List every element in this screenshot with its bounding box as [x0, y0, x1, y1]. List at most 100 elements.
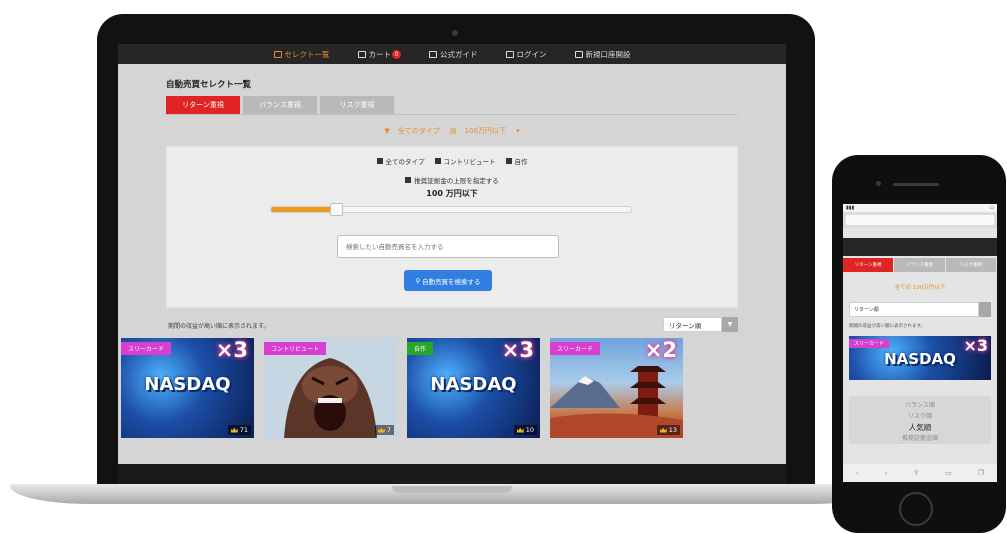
- checkbox-label: 自作: [514, 158, 528, 166]
- phone-tab-balance[interactable]: バランス重視: [894, 258, 945, 272]
- sort-value: リターン順: [663, 317, 722, 332]
- limit-checkbox-row: 推奨証拠金の上限を指定する: [167, 175, 737, 185]
- filter-summary[interactable]: ▼ 全てのタイプ ▤ 100万円以下 ▾: [166, 126, 738, 136]
- nav-label: ログイン: [516, 49, 547, 59]
- phone-camera: [876, 181, 881, 186]
- phone-tab-return[interactable]: リターン重視: [843, 258, 894, 272]
- card-title: NASDAQ: [884, 350, 956, 368]
- bookmarks-icon[interactable]: ▭: [945, 469, 952, 477]
- filter-panel: 全てのタイプ コントリビュート 自作 推奨証拠金の上限を指定する 100 万円以…: [166, 146, 738, 308]
- strategy-cards: スリーカード ×3 NASDAQ 71 コントリビュート 7 自作 ×3 NASDAQ 10 スリー…: [121, 338, 683, 438]
- card-tag: スリーカード: [121, 342, 172, 355]
- page-title: 自動売買セレクト一覧: [166, 80, 252, 90]
- type-checkboxes: 全てのタイプ コントリビュート 自作: [167, 156, 737, 166]
- phone-url-bar[interactable]: [843, 212, 997, 228]
- card-subscriber-count: 10: [513, 425, 537, 435]
- card-multiplier: ×3: [501, 338, 534, 362]
- search-button[interactable]: ⚲ 自動売買を検索する: [404, 270, 492, 291]
- crown-icon: [659, 427, 667, 433]
- strategy-tabs: リターン重視 バランス重視 リスク重視: [166, 96, 738, 115]
- checkbox-icon: [376, 158, 383, 164]
- strategy-card[interactable]: スリーカード ×2 13: [550, 338, 683, 438]
- strategy-card[interactable]: スリーカード ×3 NASDAQ 71: [121, 338, 254, 438]
- checkbox-label: 全てのタイプ: [385, 158, 425, 166]
- checkbox-all-types[interactable]: 全てのタイプ: [376, 156, 425, 166]
- phone-speaker: [893, 183, 939, 186]
- crown-icon: [230, 427, 238, 433]
- strategy-card[interactable]: コントリビュート 7: [264, 338, 397, 438]
- nav-item-open-account[interactable]: 新規口座開設: [574, 49, 631, 60]
- tabs-icon[interactable]: ❐: [978, 469, 984, 477]
- crown-icon: [377, 427, 385, 433]
- phone-filter[interactable]: 全ての 100万円以下: [843, 283, 997, 291]
- laptop-notch: [392, 486, 512, 493]
- phone-home-button[interactable]: [899, 492, 933, 526]
- phone-sort-value: リターン順: [849, 302, 979, 317]
- product-mockup: セレクト一覧 カート 0 公式ガイド ログイン 新規口座開設 自動売買セレクト一…: [0, 0, 1007, 534]
- dropdown-option-selected[interactable]: 人気順: [849, 422, 991, 433]
- main-content: 自動売買セレクト一覧 リターン重視 バランス重視 リスク重視 ▼ 全てのタイプ ▤…: [166, 78, 738, 333]
- nav-label: セレクト一覧: [284, 49, 330, 59]
- nav-item-select-list[interactable]: セレクト一覧: [273, 49, 330, 60]
- nav-label: 新規口座開設: [585, 49, 631, 59]
- chevron-down-icon: ▼: [722, 317, 738, 332]
- dropdown-option[interactable]: バランス順: [849, 400, 991, 411]
- caret-down-icon: ▾: [516, 127, 520, 135]
- back-icon[interactable]: ‹: [856, 469, 859, 477]
- laptop-screen: セレクト一覧 カート 0 公式ガイド ログイン 新規口座開設 自動売買セレクト一…: [118, 44, 786, 464]
- price-slider[interactable]: [270, 203, 632, 216]
- external-link-icon: [505, 50, 514, 58]
- signal-icon: ▮▮▮: [846, 205, 855, 211]
- dropdown-option[interactable]: 推奨証拠金順: [849, 433, 991, 444]
- search-input[interactable]: [337, 235, 559, 258]
- checkbox-icon: [434, 158, 441, 164]
- phone-results-note: 期間の収益が高い順に表示されます。: [849, 324, 926, 329]
- card-tag: スリーカード: [550, 342, 601, 355]
- phone-sort-select[interactable]: リターン順: [849, 302, 991, 317]
- results-header: 期間の収益が高い順に表示されます。 リターン順 ▼: [166, 317, 738, 333]
- card-count-value: 7: [386, 426, 391, 434]
- share-icon[interactable]: ⇪: [913, 469, 919, 477]
- chart-icon: [273, 50, 282, 58]
- card-tag: コントリビュート: [264, 342, 327, 355]
- phone-tab-risk[interactable]: リスク重視: [945, 258, 996, 272]
- checkbox-label: 推奨証拠金の上限を指定する: [414, 177, 499, 185]
- url-field[interactable]: [846, 215, 994, 225]
- checkbox-contribute[interactable]: コントリビュート: [434, 156, 496, 166]
- nav-item-cart[interactable]: カート 0: [357, 49, 401, 60]
- slider-handle[interactable]: [329, 203, 343, 216]
- card-count-value: 71: [239, 426, 248, 434]
- card-subscriber-count: 71: [227, 425, 251, 435]
- phone-nav: [843, 238, 997, 256]
- sort-select[interactable]: リターン順 ▼: [663, 317, 738, 332]
- dropdown-option[interactable]: リスク順: [849, 411, 991, 422]
- filter-type: 全てのタイプ: [397, 127, 440, 135]
- tab-return[interactable]: リターン重視: [166, 96, 240, 114]
- search-button-label: 自動売買を検索する: [422, 278, 481, 286]
- price-limit-label: 100 万円以下: [426, 189, 478, 198]
- external-link-icon: [429, 50, 437, 58]
- laptop-camera: [452, 30, 458, 36]
- cart-icon: [357, 50, 366, 58]
- strategy-card[interactable]: 自作 ×3 NASDAQ 10: [407, 338, 540, 438]
- tab-balance[interactable]: バランス重視: [243, 96, 317, 114]
- slider-fill: [271, 207, 336, 212]
- nav-item-guide[interactable]: 公式ガイド: [429, 49, 478, 60]
- chevron-down-icon: [979, 302, 991, 317]
- search-icon: ⚲: [415, 277, 423, 285]
- card-tag: 自作: [407, 342, 434, 355]
- nav-label: 公式ガイド: [440, 49, 478, 59]
- forward-icon[interactable]: ›: [885, 469, 888, 477]
- price-icon: ▤: [449, 127, 457, 135]
- card-subscriber-count: 7: [374, 425, 394, 435]
- results-note: 期間の収益が高い順に表示されます。: [168, 323, 270, 330]
- nav-item-login[interactable]: ログイン: [505, 49, 547, 60]
- checkbox-limit-margin[interactable]: 推奨証拠金の上限を指定する: [405, 175, 499, 185]
- card-subscriber-count: 13: [656, 425, 680, 435]
- phone-strategy-card[interactable]: スリーカード ×3 NASDAQ: [849, 336, 991, 380]
- card-count-value: 10: [525, 426, 534, 434]
- checkbox-self-made[interactable]: 自作: [505, 156, 528, 166]
- tab-risk[interactable]: リスク重視: [320, 96, 394, 114]
- laptop-bezel: [118, 464, 786, 486]
- phone-status-bar: ▮▮▮ ▭: [843, 204, 997, 212]
